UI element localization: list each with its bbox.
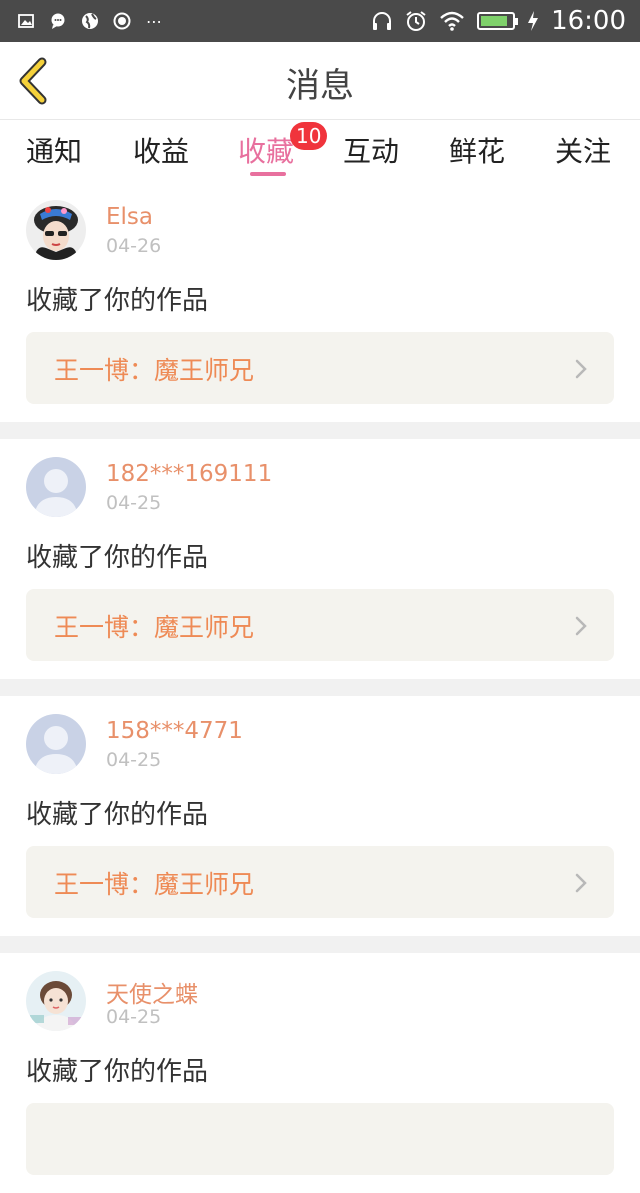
chat-icon: [48, 11, 68, 31]
action-text: 收藏了你的作品: [26, 800, 209, 830]
default-avatar-icon: [26, 457, 86, 517]
work-link[interactable]: 王一博：魔王师兄: [26, 332, 614, 404]
avatar[interactable]: [26, 457, 86, 517]
message-card: 天使之蝶 04-25 收藏了你的作品: [0, 953, 640, 1193]
chevron-right-icon: [575, 616, 587, 636]
work-link[interactable]: 王一博：魔王师兄: [26, 846, 614, 918]
card-separator: [0, 679, 640, 696]
gallery-icon: [16, 11, 36, 31]
tab-favorites[interactable]: 收藏: [238, 130, 294, 170]
tab-bar: 通知 收益 收藏 10 互动 鲜花 关注: [0, 120, 640, 182]
tab-flowers[interactable]: 鲜花: [449, 130, 505, 170]
notification-icons: ⋯: [16, 11, 164, 31]
status-bar: ⋯ 16:00: [0, 0, 640, 42]
clock: 16:00: [551, 6, 626, 36]
username[interactable]: 182***169111: [106, 461, 272, 487]
message-card: 158***4771 04-25 收藏了你的作品 王一博：魔王师兄: [0, 696, 640, 936]
work-title: 王一博：魔王师兄: [54, 870, 255, 899]
wifi-icon: [440, 11, 464, 31]
charging-icon: [528, 11, 539, 31]
chevron-right-icon: [575, 873, 587, 893]
battery-icon: [477, 12, 519, 30]
username[interactable]: 天使之蝶: [106, 975, 198, 1009]
avatar[interactable]: [26, 971, 86, 1031]
globe-icon: [80, 11, 100, 31]
message-card: 182***169111 04-25 收藏了你的作品 王一博：魔王师兄: [0, 439, 640, 679]
tab-interactions[interactable]: 互动: [343, 130, 399, 170]
card-separator: [0, 422, 640, 439]
username[interactable]: Elsa: [106, 204, 153, 230]
tab-notifications[interactable]: 通知: [26, 130, 82, 170]
system-icons: 16:00: [371, 6, 626, 36]
message-date: 04-26: [106, 235, 162, 257]
action-text: 收藏了你的作品: [26, 543, 209, 573]
avatar[interactable]: [26, 200, 86, 260]
message-list: Elsa 04-26 收藏了你的作品 王一博：魔王师兄 182***169111…: [0, 182, 640, 1193]
user-photo-icon: [26, 971, 86, 1031]
avatar[interactable]: [26, 714, 86, 774]
work-link[interactable]: 王一博：魔王师兄: [26, 589, 614, 661]
tab-earnings[interactable]: 收益: [133, 130, 189, 170]
message-card: Elsa 04-26 收藏了你的作品 王一博：魔王师兄: [0, 182, 640, 422]
favorites-count-badge: 10: [290, 122, 328, 150]
tab-following[interactable]: 关注: [555, 130, 611, 170]
user-photo-icon: [26, 200, 86, 260]
message-date: 04-25: [106, 749, 162, 771]
default-avatar-icon: [26, 714, 86, 774]
work-title: 王一博：魔王师兄: [54, 356, 255, 385]
record-icon: [112, 11, 132, 31]
message-date: 04-25: [106, 492, 162, 514]
headphones-icon: [373, 12, 392, 30]
work-title: 王一博：魔王师兄: [54, 613, 255, 642]
message-date: 04-25: [106, 1006, 162, 1028]
action-text: 收藏了你的作品: [26, 286, 209, 316]
page-title: 消息: [286, 66, 354, 106]
more-notifications-icon: ⋯: [146, 11, 162, 31]
username[interactable]: 158***4771: [106, 718, 243, 744]
active-tab-indicator: [250, 172, 286, 176]
chevron-right-icon: [575, 359, 587, 379]
action-text: 收藏了你的作品: [26, 1057, 209, 1087]
work-link[interactable]: [26, 1103, 614, 1175]
card-separator: [0, 936, 640, 953]
alarm-icon: [406, 11, 426, 31]
header: 消息: [0, 42, 640, 120]
